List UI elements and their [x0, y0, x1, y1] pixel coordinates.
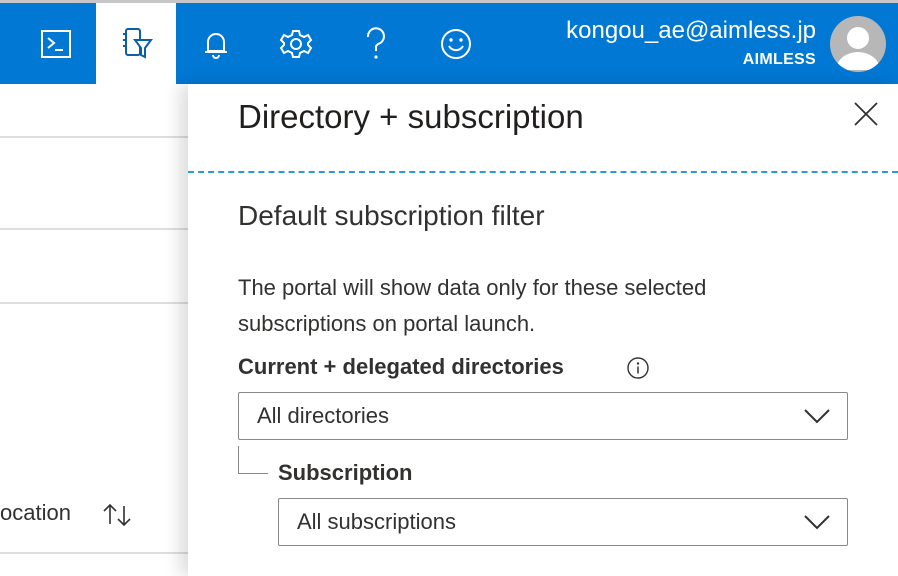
- directories-label: Current + delegated directories: [238, 354, 564, 379]
- row-divider: [0, 136, 188, 138]
- top-bar: kongou_ae@aimless.jp AIMLESS: [0, 0, 898, 84]
- background-resource-list: ocation: [0, 84, 188, 576]
- info-icon[interactable]: [626, 356, 650, 385]
- avatar-person-icon: [836, 27, 880, 70]
- sort-icon[interactable]: [100, 502, 134, 533]
- section-title: Default subscription filter: [238, 200, 545, 231]
- directory-subscription-panel: Directory + subscription Default subscri…: [188, 84, 898, 576]
- row-divider: [0, 228, 188, 230]
- feedback-icon: [439, 27, 473, 61]
- subscription-dropdown-value: All subscriptions: [297, 509, 456, 534]
- user-tenant: AIMLESS: [742, 51, 816, 68]
- bell-icon: [201, 28, 231, 60]
- row-divider: [0, 302, 188, 304]
- close-button[interactable]: [850, 100, 882, 132]
- subscription-dropdown[interactable]: All subscriptions: [278, 498, 848, 546]
- avatar[interactable]: [830, 16, 886, 72]
- panel-title: Directory + subscription: [238, 98, 584, 135]
- user-email: kongou_ae@aimless.jp: [566, 17, 816, 44]
- cloud-shell-icon: [39, 27, 73, 61]
- directory-filter-button[interactable]: [96, 3, 176, 84]
- account-info[interactable]: kongou_ae@aimless.jp AIMLESS: [566, 14, 816, 72]
- feedback-button[interactable]: [416, 3, 496, 84]
- header-divider: [188, 171, 898, 173]
- tree-connector: [238, 446, 268, 474]
- directories-dropdown-value: All directories: [257, 403, 390, 428]
- notifications-button[interactable]: [176, 3, 256, 84]
- directory-filter-icon: [118, 26, 154, 62]
- section-description: The portal will show data only for these…: [238, 275, 707, 336]
- cloud-shell-button[interactable]: [16, 3, 96, 84]
- chevron-down-icon: [803, 407, 831, 430]
- help-icon: [363, 26, 389, 61]
- chevron-down-icon: [803, 513, 831, 536]
- help-button[interactable]: [336, 3, 416, 84]
- row-divider: [0, 552, 188, 554]
- gear-icon: [279, 27, 313, 61]
- location-column-header[interactable]: ocation: [0, 500, 71, 526]
- directories-dropdown[interactable]: All directories: [238, 392, 848, 440]
- subscription-label: Subscription: [278, 460, 413, 485]
- settings-button[interactable]: [256, 3, 336, 84]
- close-icon: [852, 100, 880, 133]
